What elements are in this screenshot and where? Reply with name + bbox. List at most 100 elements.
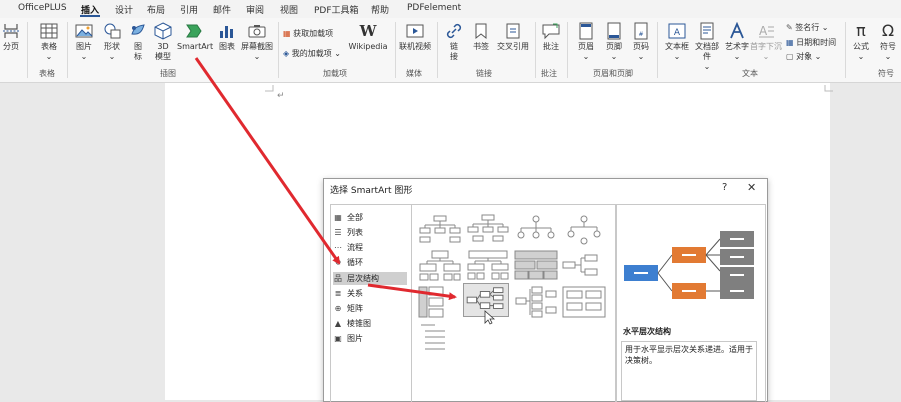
category-label: 棱锥图 — [347, 319, 371, 328]
page-number-button[interactable]: # 页码 ⌄ — [629, 22, 653, 62]
help-button[interactable]: ? — [722, 182, 727, 193]
chevron-down-icon: ⌄ — [253, 52, 261, 61]
object-button[interactable]: ▢ 对象 ⌄ — [786, 51, 821, 62]
cycle-icon: ↻ — [334, 258, 342, 267]
table-button[interactable]: 表格 ⌄ — [36, 22, 62, 62]
header-button[interactable]: 页眉 ⌄ — [574, 22, 598, 62]
page-break-label: 分页 — [3, 42, 19, 51]
quick-parts-button[interactable]: 文档部件 ⌄ — [692, 22, 722, 72]
layout-thumbnail[interactable] — [417, 285, 463, 319]
layout-thumbnail[interactable] — [561, 249, 607, 283]
wordart-button[interactable]: 艺术字 ⌄ — [723, 22, 751, 62]
category-all[interactable]: ▦ 全部 — [333, 211, 407, 224]
cross-reference-button[interactable]: 交叉引用 — [495, 22, 531, 52]
cube-icon — [154, 22, 172, 40]
date-time-button[interactable]: ▦ 日期和时间 — [786, 37, 836, 48]
text-box-icon: A — [668, 23, 686, 39]
chevron-down-icon: ⌄ — [733, 52, 741, 61]
dialog-title: 选择 SmartArt 图形 — [330, 186, 413, 196]
3d-models-label-line2: 模型 — [155, 52, 171, 61]
category-hierarchy[interactable]: 品层次结构 — [333, 272, 407, 285]
pictures-button[interactable]: 图片 ⌄ — [72, 22, 96, 62]
wikipedia-button[interactable]: W Wikipedia — [348, 22, 388, 52]
category-picture[interactable]: ▣ 图片 — [333, 332, 407, 345]
footer-button[interactable]: 页脚 ⌄ — [602, 22, 626, 62]
layout-thumbnail[interactable] — [465, 249, 511, 283]
group-label-comments: 批注 — [541, 69, 557, 78]
separator — [278, 22, 279, 78]
drop-cap-button[interactable]: A 首字下沉 ⌄ — [749, 22, 783, 62]
link-icon — [446, 23, 462, 39]
tab-officeplus[interactable]: OfficePLUS — [18, 3, 67, 13]
pyramid-icon: ▲ — [334, 319, 342, 328]
get-addins-button[interactable]: ▦ 获取加载项 — [283, 28, 333, 39]
icons-label: 图标 — [134, 42, 142, 61]
bookmark-button[interactable]: 书签 — [470, 22, 492, 52]
3d-models-button[interactable]: 3D 模型 — [152, 22, 174, 62]
category-pyramid[interactable]: ▲ 棱锥图 — [333, 317, 407, 330]
group-label-addins: 加载项 — [323, 69, 347, 78]
link-button[interactable]: 链接 — [443, 22, 465, 62]
online-video-button[interactable]: 联机视频 — [398, 22, 432, 52]
drop-cap-icon: A — [759, 24, 774, 38]
signature-line-button[interactable]: ✎ 签名行 ⌄ — [786, 22, 829, 33]
screenshot-button[interactable]: 屏幕截图 ⌄ — [240, 22, 274, 62]
tab-view[interactable]: 视图 — [280, 3, 298, 16]
layout-thumbnail[interactable] — [513, 285, 559, 319]
footer-label: 页脚 — [606, 42, 622, 51]
text-box-button[interactable]: A 文本框 ⌄ — [663, 22, 691, 62]
category-label: 矩阵 — [347, 304, 363, 313]
category-label: 流程 — [347, 243, 363, 252]
tab-review[interactable]: 审阅 — [246, 3, 264, 16]
tab-design[interactable]: 设计 — [115, 3, 133, 16]
tab-references[interactable]: 引用 — [180, 3, 198, 16]
preview-description: 用于水平显示层次关系递进。适用于决策树。 — [621, 341, 757, 401]
signature-icon: ✎ — [786, 23, 793, 32]
separator — [67, 22, 68, 78]
smartart-dialog: 选择 SmartArt 图形 ? ✕ ▦ 全部 ☰ 列表 ⋯ 流程 ↻ 循环 品层次结构… — [323, 178, 768, 402]
ribbon-tabs: OfficePLUS 插入 设计 布局 引用 邮件 审阅 视图 PDF工具箱 帮… — [0, 0, 901, 18]
category-label: 循环 — [347, 258, 363, 267]
layout-thumbnail-horizontal-hierarchy[interactable] — [463, 283, 509, 317]
tab-pdf-toolbox[interactable]: PDF工具箱 — [314, 3, 359, 16]
layout-thumbnail[interactable] — [513, 213, 559, 247]
icons-button[interactable]: 图标 — [127, 22, 149, 62]
page-number-icon: # — [634, 22, 648, 40]
category-process[interactable]: ⋯ 流程 — [333, 241, 407, 254]
layout-thumbnail[interactable] — [561, 285, 607, 319]
svg-text:A: A — [759, 24, 768, 38]
tab-pdfelement[interactable]: PDFelement — [407, 3, 461, 13]
signature-line-label: 签名行 — [795, 23, 820, 32]
layout-thumbnail[interactable] — [417, 249, 463, 283]
smartart-button[interactable]: SmartArt — [177, 22, 213, 52]
separator — [437, 22, 438, 78]
tab-help[interactable]: 帮助 — [371, 3, 389, 16]
layout-thumbnail[interactable] — [513, 249, 559, 283]
category-list-item[interactable]: ☰ 列表 — [333, 226, 407, 239]
my-addins-button[interactable]: ◈ 我的加载项 ⌄ — [283, 48, 341, 59]
tab-layout[interactable]: 布局 — [147, 3, 165, 16]
category-cycle[interactable]: ↻ 循环 — [333, 256, 407, 269]
group-label-tables: 表格 — [39, 69, 55, 78]
category-matrix[interactable]: ⊕ 矩阵 — [333, 302, 407, 315]
get-addins-label: 获取加载项 — [293, 29, 334, 38]
layout-thumbnail[interactable] — [417, 321, 463, 355]
category-relationship[interactable]: ≣ 关系 — [333, 287, 407, 300]
equation-button[interactable]: π 公式 ⌄ — [849, 22, 873, 62]
close-button[interactable]: ✕ — [747, 181, 756, 194]
chevron-down-icon: ⌄ — [821, 23, 829, 32]
wordart-label: 艺术字 — [725, 42, 749, 51]
shapes-button[interactable]: 形状 ⌄ — [100, 22, 124, 62]
layout-thumbnail[interactable] — [561, 213, 607, 247]
active-tab-indicator — [80, 15, 100, 17]
layout-thumbnail[interactable] — [465, 213, 511, 247]
layout-thumbnail[interactable] — [417, 213, 463, 247]
comment-button[interactable]: 批注 — [539, 22, 563, 52]
footer-icon — [607, 22, 621, 40]
symbol-button[interactable]: Ω 符号 ⌄ — [876, 22, 900, 62]
tab-mailings[interactable]: 邮件 — [213, 3, 231, 16]
separator — [567, 22, 568, 78]
page-break-button[interactable]: 分页 — [0, 22, 22, 52]
chart-button[interactable]: 图表 — [216, 22, 238, 52]
group-label-text: 文本 — [742, 69, 758, 78]
